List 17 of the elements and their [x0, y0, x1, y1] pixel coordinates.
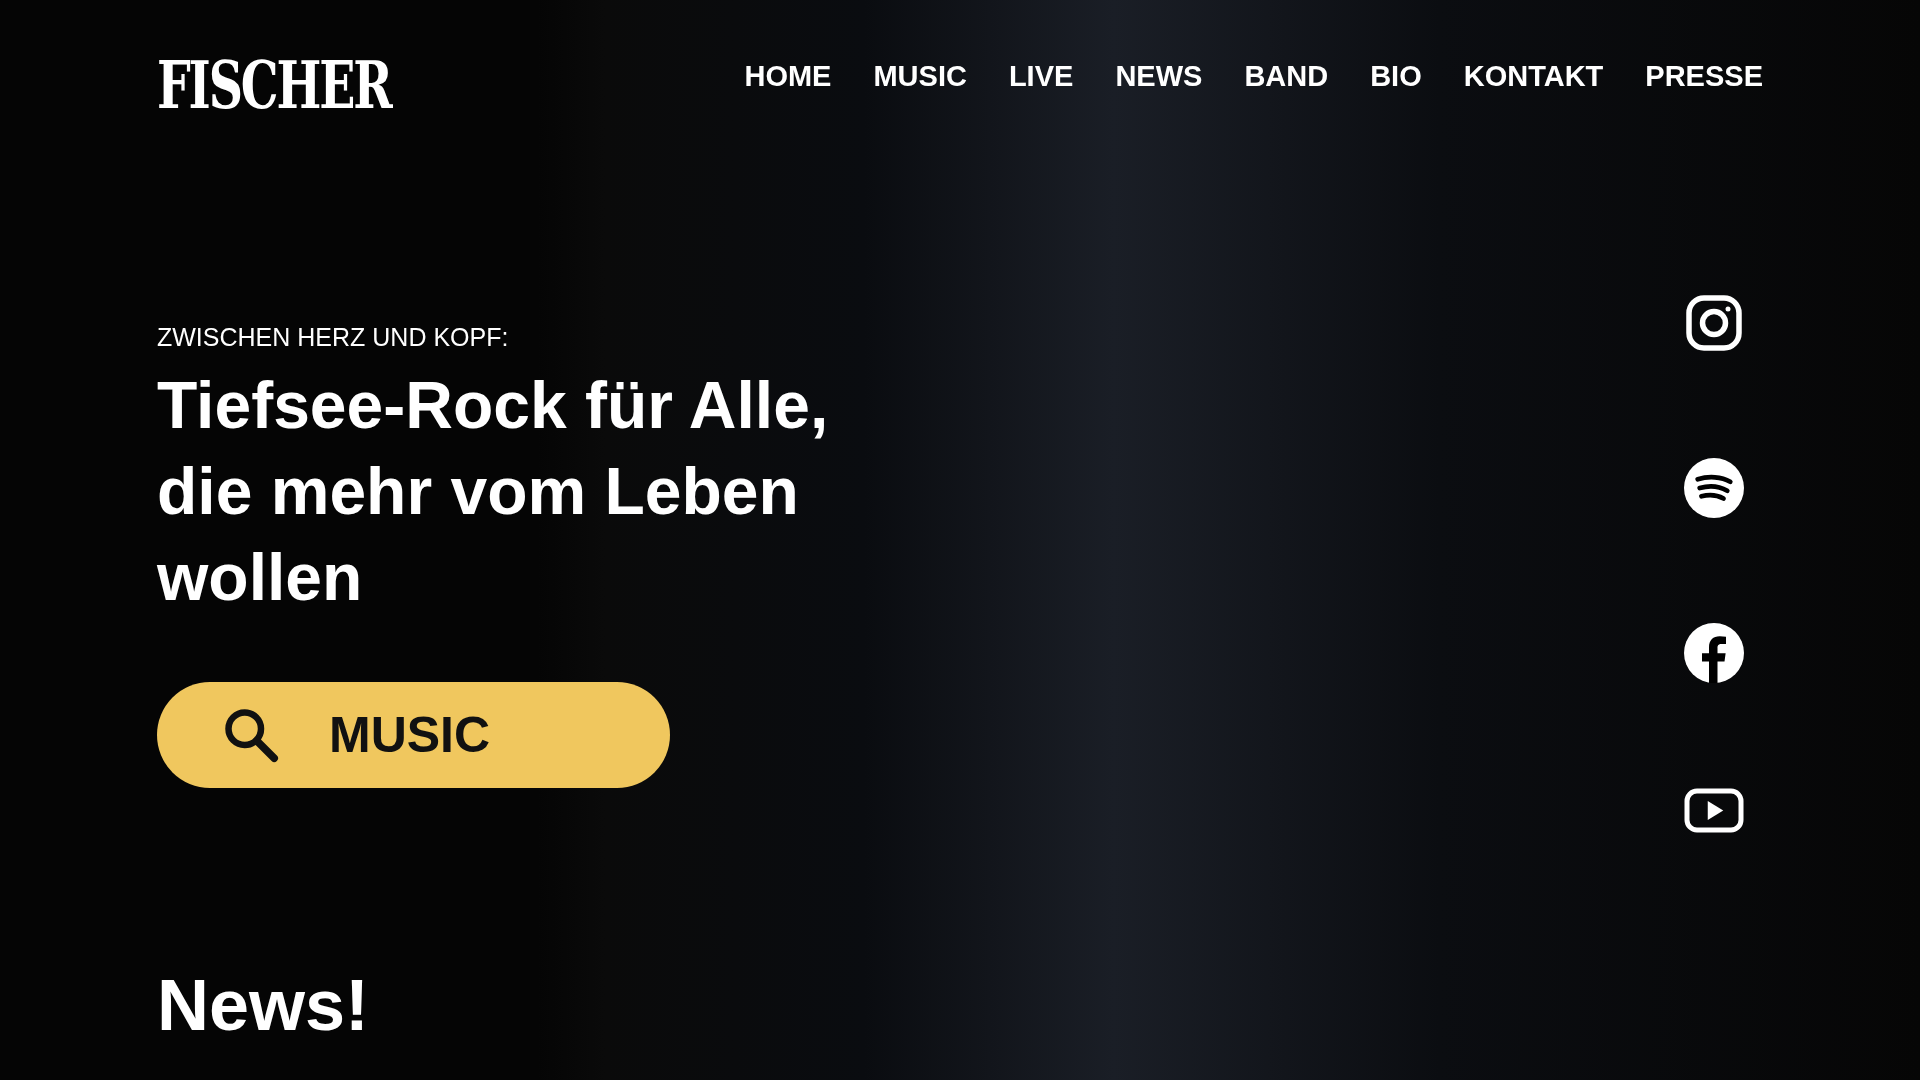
facebook-icon[interactable]: [1684, 623, 1744, 683]
music-button[interactable]: MUSIC: [157, 682, 670, 788]
nav-link[interactable]: KONTAKT: [1463, 60, 1604, 93]
nav-link[interactable]: LIVE: [1008, 60, 1074, 93]
nav-link[interactable]: BIO: [1370, 60, 1422, 93]
spotify-icon[interactable]: [1684, 458, 1744, 518]
nav-link[interactable]: MUSIC: [873, 60, 967, 93]
nav-link[interactable]: BAND: [1244, 60, 1329, 93]
nav-link[interactable]: HOME: [744, 60, 832, 93]
tagline: ZWISCHEN HERZ UND KOPF:: [157, 323, 510, 352]
headline: Tiefsee-Rock für Alle, die mehr vom Leben wollen: [157, 367, 829, 616]
news-heading: News!: [157, 964, 371, 1046]
nav-link[interactable]: PRESSE: [1645, 60, 1763, 93]
instagram-icon[interactable]: [1684, 293, 1744, 353]
youtube-icon[interactable]: [1684, 788, 1744, 833]
nav-link[interactable]: NEWS: [1115, 60, 1203, 93]
logo[interactable]: FISCHER: [157, 52, 391, 118]
